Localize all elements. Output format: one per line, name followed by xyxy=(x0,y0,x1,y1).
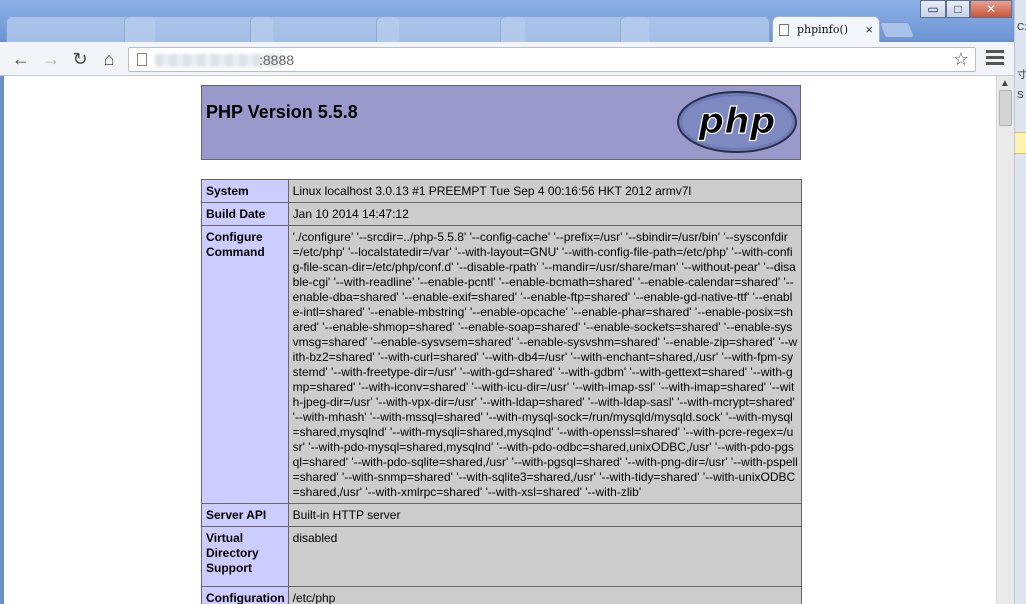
table-row: Virtual Directory Support disabled xyxy=(201,526,803,587)
back-arrow-icon[interactable]: ← xyxy=(10,48,32,70)
row-key: Configuration xyxy=(201,586,289,604)
row-value: Built-in HTTP server xyxy=(287,503,803,527)
php-logo: php xyxy=(676,90,798,154)
edge-text: S xyxy=(1017,90,1024,101)
scrollbar-thumb[interactable] xyxy=(999,90,1012,126)
background-window-edge: C: 寸 S xyxy=(1014,0,1026,604)
close-window-button[interactable]: ✕ xyxy=(970,0,1012,18)
tab-close-icon[interactable]: × xyxy=(865,22,873,37)
scroll-up-icon[interactable]: ▲ xyxy=(1000,78,1010,89)
vertical-scrollbar[interactable]: ▲ xyxy=(996,76,1014,604)
forward-arrow-icon[interactable]: → xyxy=(40,48,62,70)
row-value: Linux localhost 3.0.13 #1 PREEMPT Tue Se… xyxy=(287,179,803,203)
row-key: Build Date xyxy=(201,202,289,226)
phpinfo-table: System Linux localhost 3.0.13 #1 PREEMPT… xyxy=(201,179,803,604)
php-logo-text: php xyxy=(697,101,775,142)
php-header: PHP Version 5.5.8 php xyxy=(201,85,801,160)
row-key: System xyxy=(201,179,289,203)
tab-title: phpinfo() xyxy=(797,23,849,36)
row-key: Configure Command xyxy=(201,225,289,504)
page-viewport: PHP Version 5.5.8 php System Linux local… xyxy=(4,76,996,604)
window-titlebar: phpinfo() × ▭ □ ✕ xyxy=(0,0,1026,42)
background-tab[interactable] xyxy=(620,16,770,42)
address-port: :8888 xyxy=(259,52,295,68)
minimize-button[interactable]: ▭ xyxy=(920,0,946,18)
page-icon xyxy=(137,53,147,66)
table-row: Build Date Jan 10 2014 14:47:12 xyxy=(201,202,803,226)
star-icon[interactable]: ☆ xyxy=(953,49,969,70)
row-value: Jan 10 2014 14:47:12 xyxy=(287,202,803,226)
address-bar[interactable]: :8888 ☆ xyxy=(128,47,976,72)
row-value: './configure' '--srcdir=../php-5.5.8' '-… xyxy=(287,225,803,504)
edge-highlight xyxy=(1015,132,1026,154)
menu-icon[interactable] xyxy=(986,50,1004,68)
new-tab-button[interactable] xyxy=(879,22,915,38)
row-key: Server API xyxy=(201,503,289,527)
table-row: Configuration /etc/php xyxy=(201,586,803,604)
edge-text: 寸 xyxy=(1017,70,1026,81)
home-icon[interactable]: ⌂ xyxy=(98,48,120,70)
maximize-button[interactable]: □ xyxy=(946,0,970,18)
table-row: Configure Command './configure' '--srcdi… xyxy=(201,225,803,504)
edge-text: C: xyxy=(1017,22,1026,33)
table-row: System Linux localhost 3.0.13 #1 PREEMPT… xyxy=(201,179,803,203)
tab-phpinfo[interactable]: phpinfo() × xyxy=(772,16,880,42)
table-row: Server API Built-in HTTP server xyxy=(201,503,803,527)
row-key: Virtual Directory Support xyxy=(201,526,289,587)
browser-toolbar: ← → ↻ ⌂ :8888 ☆ xyxy=(0,42,1026,76)
page-title: PHP Version 5.5.8 xyxy=(206,102,358,122)
page-icon xyxy=(779,23,789,36)
reload-icon[interactable]: ↻ xyxy=(69,48,91,70)
row-value: disabled xyxy=(287,526,803,587)
row-value: /etc/php xyxy=(287,586,803,604)
